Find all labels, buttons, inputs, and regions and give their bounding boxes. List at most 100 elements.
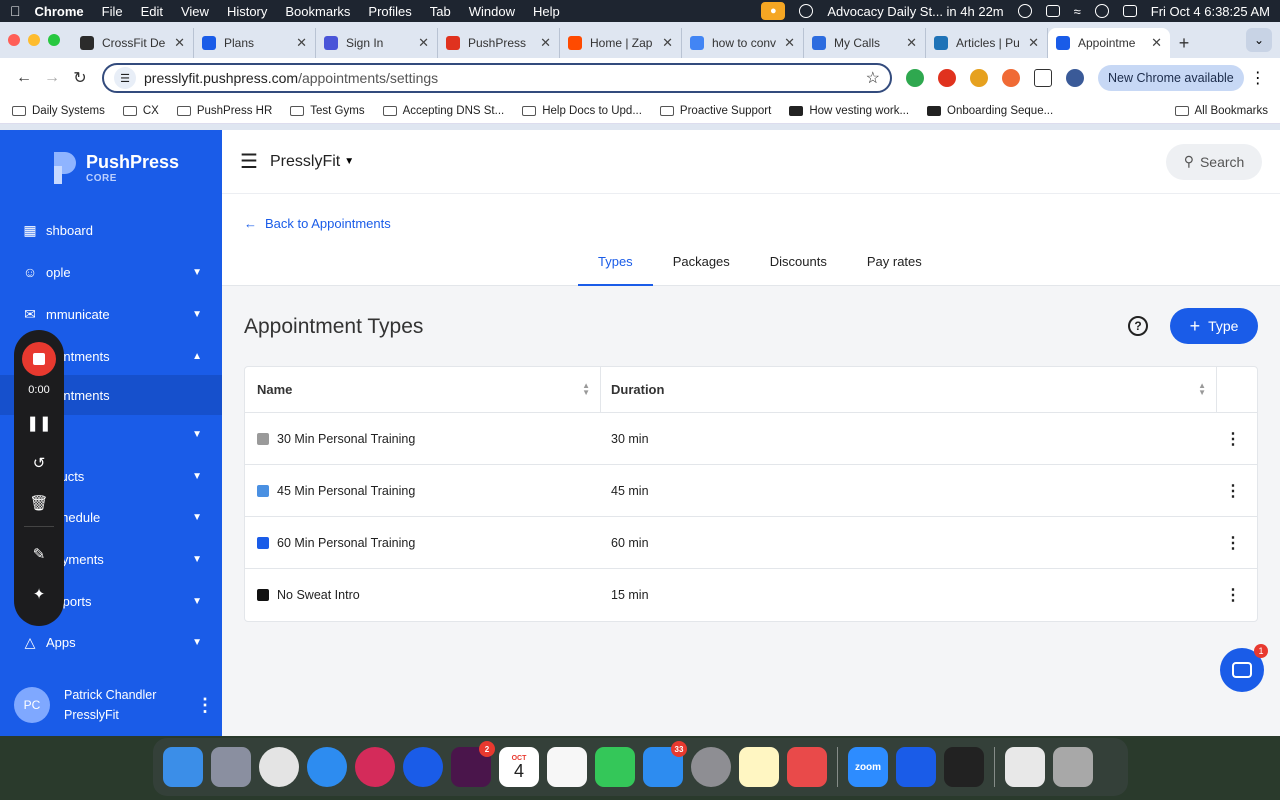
tab-close-icon[interactable]: ✕ bbox=[174, 35, 185, 51]
iphone-mirroring-icon[interactable] bbox=[787, 747, 827, 787]
browser-tab[interactable]: Home | Zap ✕ bbox=[560, 28, 682, 58]
chevron-down-icon[interactable]: ▼ bbox=[344, 156, 354, 167]
extension-loom-icon[interactable] bbox=[938, 69, 956, 87]
menu-window[interactable]: Window bbox=[469, 4, 515, 19]
extensions-puzzle-icon[interactable] bbox=[1034, 69, 1052, 87]
menu-help[interactable]: Help bbox=[533, 4, 560, 19]
browser-tab[interactable]: CrossFit De ✕ bbox=[72, 28, 194, 58]
forward-arrow-icon[interactable]: → bbox=[38, 64, 66, 92]
extension-1password-icon[interactable] bbox=[906, 69, 924, 87]
maximize-window-icon[interactable] bbox=[48, 34, 60, 46]
bookmark-folder[interactable]: CX bbox=[122, 105, 159, 117]
stop-recording-button[interactable] bbox=[22, 342, 56, 376]
tab-close-icon[interactable]: ✕ bbox=[784, 35, 795, 51]
all-bookmarks[interactable]: All Bookmarks bbox=[1174, 105, 1268, 117]
messages-icon[interactable] bbox=[595, 747, 635, 787]
chat-launcher-button[interactable]: 1 bbox=[1220, 644, 1268, 692]
tab-packages[interactable]: Packages bbox=[653, 246, 750, 286]
menu-edit[interactable]: Edit bbox=[141, 4, 163, 19]
menu-app-name[interactable]: Chrome bbox=[35, 4, 84, 19]
menu-file[interactable]: File bbox=[102, 4, 123, 19]
tab-close-icon[interactable]: ✕ bbox=[540, 35, 551, 51]
help-question-icon[interactable]: ? bbox=[1128, 316, 1148, 336]
add-type-button[interactable]: + Type bbox=[1170, 308, 1258, 344]
brightness-icon[interactable] bbox=[1017, 4, 1032, 18]
reload-icon[interactable]: ↻ bbox=[66, 64, 94, 92]
close-window-icon[interactable] bbox=[8, 34, 20, 46]
microphone-icon[interactable]: ● bbox=[761, 2, 786, 20]
sidebar-item-apps[interactable]: △ Apps ▼ bbox=[0, 622, 222, 662]
browser-tab-active[interactable]: Appointme ✕ bbox=[1048, 28, 1170, 58]
tab-close-icon[interactable]: ✕ bbox=[296, 35, 307, 51]
bookmark-star-icon[interactable]: ☆ bbox=[866, 68, 880, 88]
table-row[interactable]: No Sweat Intro 15 min ⋮ bbox=[245, 569, 1257, 621]
notes-icon[interactable] bbox=[739, 747, 779, 787]
table-row[interactable]: 30 Min Personal Training 30 min ⋮ bbox=[245, 413, 1257, 465]
browser-tab[interactable]: Articles | Pu ✕ bbox=[926, 28, 1048, 58]
tab-pay-rates[interactable]: Pay rates bbox=[847, 246, 942, 286]
tab-close-icon[interactable]: ✕ bbox=[662, 35, 673, 51]
safari-icon[interactable] bbox=[307, 747, 347, 787]
bookmark-link[interactable]: Onboarding Seque... bbox=[927, 105, 1053, 117]
1password-icon[interactable] bbox=[403, 747, 443, 787]
column-header-name[interactable]: Name ▲ ▼ bbox=[245, 366, 601, 413]
row-menu-kebab-icon[interactable]: ⋮ bbox=[1225, 429, 1241, 449]
photos-icon[interactable] bbox=[547, 747, 587, 787]
menubar-datetime[interactable]: Fri Oct 4 6:38:25 AM bbox=[1151, 4, 1270, 19]
table-row[interactable]: 60 Min Personal Training 60 min ⋮ bbox=[245, 517, 1257, 569]
browser-tab[interactable]: how to conv ✕ bbox=[682, 28, 804, 58]
magic-wand-icon[interactable]: ✦ bbox=[33, 581, 46, 607]
menu-view[interactable]: View bbox=[181, 4, 209, 19]
back-to-appointments-link[interactable]: ← Back to Appointments bbox=[244, 216, 391, 231]
menu-tab[interactable]: Tab bbox=[430, 4, 451, 19]
browser-tab[interactable]: My Calls ✕ bbox=[804, 28, 926, 58]
csv-file-icon[interactable] bbox=[1005, 747, 1045, 787]
spark-mail-icon[interactable] bbox=[355, 747, 395, 787]
menu-profiles[interactable]: Profiles bbox=[368, 4, 411, 19]
profile-avatar-icon[interactable] bbox=[1066, 69, 1084, 87]
system-settings-icon[interactable] bbox=[691, 747, 731, 787]
column-header-duration[interactable]: Duration ▲ ▼ bbox=[601, 366, 1217, 413]
menu-history[interactable]: History bbox=[227, 4, 267, 19]
browser-tab[interactable]: Sign In ✕ bbox=[316, 28, 438, 58]
bookmark-folder[interactable]: Help Docs to Upd... bbox=[522, 105, 642, 117]
bookmark-folder[interactable]: Test Gyms bbox=[290, 105, 365, 117]
update-chrome-button[interactable]: New Chrome available bbox=[1098, 65, 1244, 91]
pushpress-staff-icon[interactable] bbox=[944, 747, 984, 787]
bookmark-folder[interactable]: Accepting DNS St... bbox=[382, 105, 504, 117]
extension-slack-icon[interactable] bbox=[970, 69, 988, 87]
tab-close-icon[interactable]: ✕ bbox=[906, 35, 917, 51]
apple-menu-icon[interactable]:  bbox=[10, 3, 21, 19]
trash-bin-icon[interactable] bbox=[1053, 747, 1093, 787]
browser-tab[interactable]: Plans ✕ bbox=[194, 28, 316, 58]
minimize-window-icon[interactable] bbox=[28, 34, 40, 46]
site-info-icon[interactable]: ☰ bbox=[114, 67, 136, 89]
slack-icon[interactable]: 2 bbox=[451, 741, 495, 787]
calendar-app-icon[interactable]: OCT 4 bbox=[499, 747, 539, 787]
tab-close-icon[interactable]: ✕ bbox=[1151, 35, 1162, 51]
bookmark-link[interactable]: How vesting work... bbox=[789, 105, 909, 117]
row-menu-kebab-icon[interactable]: ⋮ bbox=[1225, 533, 1241, 553]
launchpad-icon[interactable] bbox=[211, 747, 251, 787]
menu-bookmarks[interactable]: Bookmarks bbox=[285, 4, 350, 19]
sidebar-item-dashboard[interactable]: ▦ shboard bbox=[0, 210, 222, 250]
extension-toggl-icon[interactable] bbox=[1002, 69, 1020, 87]
calendar-event[interactable]: Advocacy Daily St... in 4h 22m bbox=[827, 4, 1003, 19]
tab-search-chevron-icon[interactable]: ⌄ bbox=[1246, 28, 1272, 52]
tab-types[interactable]: Types bbox=[578, 246, 653, 286]
zoom-status-icon[interactable] bbox=[799, 4, 814, 18]
restart-icon[interactable]: ↺ bbox=[33, 450, 46, 476]
user-menu-kebab-icon[interactable]: ⋮ bbox=[196, 695, 214, 716]
pencil-icon[interactable]: ✎ bbox=[33, 541, 46, 567]
zoom-icon[interactable]: zoom bbox=[848, 747, 888, 787]
browser-tab[interactable]: PushPress ✕ bbox=[438, 28, 560, 58]
sidebar-item-people[interactable]: ☺ ople ▼ bbox=[0, 252, 222, 292]
sidebar-item-communicate[interactable]: ✉ mmunicate ▼ bbox=[0, 294, 222, 334]
sort-icon[interactable]: ▲ ▼ bbox=[1198, 382, 1206, 396]
user-profile[interactable]: PC Patrick Chandler PresslyFit ⋮ bbox=[14, 685, 214, 725]
bookmark-folder[interactable]: Proactive Support bbox=[659, 105, 771, 117]
row-menu-kebab-icon[interactable]: ⋮ bbox=[1225, 585, 1241, 605]
bookmark-folder[interactable]: PushPress HR bbox=[176, 105, 272, 117]
row-menu-kebab-icon[interactable]: ⋮ bbox=[1225, 481, 1241, 501]
control-center-icon[interactable] bbox=[1122, 5, 1137, 17]
